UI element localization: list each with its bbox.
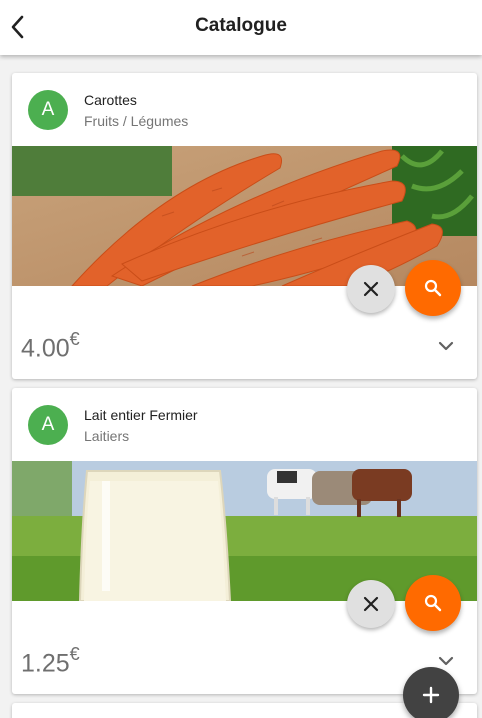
price-value: 1.25 <box>21 649 70 678</box>
chevron-down-icon <box>438 341 454 351</box>
product-name: Lait entier Fermier <box>84 407 198 423</box>
search-button[interactable] <box>405 260 461 316</box>
product-category: Fruits / Légumes <box>84 113 189 129</box>
app-bar: Catalogue <box>0 0 482 55</box>
search-button[interactable] <box>405 575 461 631</box>
page-title: Catalogue <box>195 15 287 36</box>
expand-button[interactable] <box>437 654 455 668</box>
search-icon <box>424 594 442 612</box>
product-category: Laitiers <box>84 428 130 444</box>
product-image <box>12 461 477 601</box>
chevron-down-icon <box>438 656 454 666</box>
avatar: A <box>28 405 68 445</box>
product-price: 1.25€ <box>21 644 80 678</box>
close-icon <box>363 596 379 612</box>
expand-button[interactable] <box>437 339 455 353</box>
add-product-button[interactable] <box>403 667 459 718</box>
close-button[interactable] <box>347 580 395 628</box>
price-value: 4.00 <box>21 334 70 363</box>
close-button[interactable] <box>347 265 395 313</box>
search-icon <box>424 279 442 297</box>
product-image <box>12 146 477 286</box>
product-name: Carottes <box>84 92 137 108</box>
product-card: A Lait entier Fermier Laitiers 1.25€ <box>12 388 477 694</box>
price-currency: € <box>69 644 80 664</box>
price-currency: € <box>69 329 80 349</box>
avatar: A <box>28 90 68 130</box>
plus-icon <box>422 686 440 704</box>
product-price: 4.00€ <box>21 329 80 363</box>
product-card: A Carottes Fruits / Légumes 4.00€ <box>12 73 477 379</box>
close-icon <box>363 281 379 297</box>
